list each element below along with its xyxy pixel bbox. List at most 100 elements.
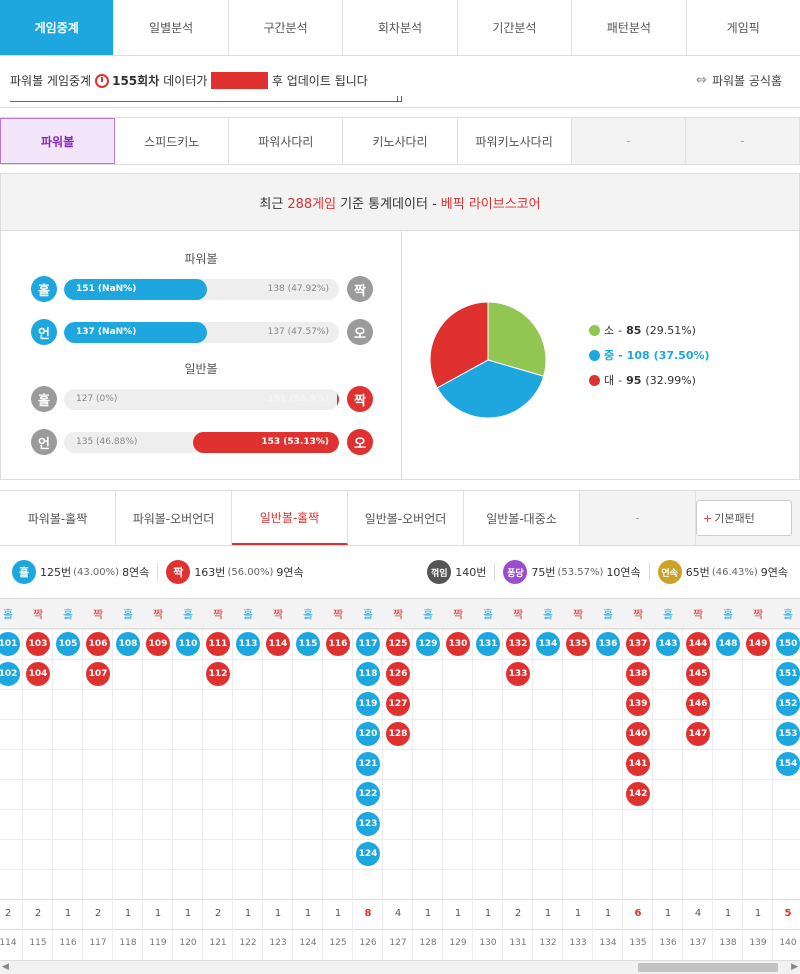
- stat-bar-track: 151 (NaN%) 138 (47.92%): [64, 279, 339, 300]
- result-ball: 137: [626, 632, 650, 656]
- streak-count: 1: [424, 908, 432, 919]
- tab-round-analysis[interactable]: 회차분석: [343, 0, 458, 55]
- scroll-left-icon[interactable]: ◀: [2, 962, 9, 972]
- stat-right-icon: 오: [347, 429, 373, 455]
- result-ball: 144: [686, 632, 710, 656]
- horizontal-scrollbar[interactable]: ◀ ▶: [0, 960, 800, 974]
- column-header: 홀: [293, 599, 323, 629]
- column-index: 127: [389, 938, 407, 948]
- result-ball: 117: [356, 632, 380, 656]
- streak-count: 1: [334, 908, 342, 919]
- stat-bar-fill: [337, 389, 339, 410]
- result-ball: 141: [626, 752, 650, 776]
- column-index: 137: [689, 938, 707, 948]
- tab-normalball-oddeven[interactable]: 일반볼-홀짝: [232, 491, 348, 545]
- stat-right-icon: 오: [347, 319, 373, 345]
- stats-header-b: 기준 통계데이터 -: [340, 196, 437, 212]
- legend-small-label: 소: [604, 324, 615, 337]
- result-ball: 113: [236, 632, 260, 656]
- column-index: 125: [329, 938, 347, 948]
- stat-left-label: 135 (46.88%): [76, 437, 138, 447]
- result-ball: 139: [626, 692, 650, 716]
- pattern-column: 홀 129 1 128: [413, 599, 443, 961]
- column-header: 짝: [23, 599, 53, 629]
- result-ball: 118: [356, 662, 380, 686]
- pattern-column: 짝 135 1 133: [563, 599, 593, 961]
- stat-right-label: 161 (55.9%): [267, 394, 329, 404]
- stat-bar-row: 홀 151 (NaN%) 138 (47.92%) 짝: [31, 276, 373, 302]
- column-header: 짝: [323, 599, 353, 629]
- column-header: 짝: [203, 599, 233, 629]
- column-header: 홀: [413, 599, 443, 629]
- column-header: 짝: [683, 599, 713, 629]
- summary-divider: [157, 563, 159, 581]
- column-index: 123: [269, 938, 287, 948]
- powerball-section-title: 파워볼: [184, 252, 218, 266]
- result-ball: 114: [266, 632, 290, 656]
- tab-normalball-size[interactable]: 일반볼-대중소: [464, 491, 580, 545]
- even-count: 163번: [194, 566, 226, 579]
- pattern-column: 짝 114 1 123: [263, 599, 293, 961]
- tab-powerball[interactable]: 파워볼: [0, 118, 116, 164]
- page-root: 게임중계 일별분석 구간분석 회차분석 기간분석 패턴분석 게임픽 파워볼 게임…: [0, 0, 800, 974]
- stat-bar-track: 127 (0%) 161 (55.9%): [64, 389, 339, 410]
- tab-normalball-overunder[interactable]: 일반볼-오버언더: [348, 491, 464, 545]
- column-index: 130: [479, 938, 497, 948]
- stat-bar-row: 홀 127 (0%) 161 (55.9%) 짝: [31, 386, 373, 412]
- column-header: 홀: [593, 599, 623, 629]
- result-ball: 111: [206, 632, 230, 656]
- column-index: 133: [569, 938, 587, 948]
- result-ball: 126: [386, 662, 410, 686]
- official-site-link[interactable]: ⇔ 파워볼 공식홈: [696, 72, 782, 89]
- column-header: 홀: [533, 599, 563, 629]
- column-header: 홀: [353, 599, 383, 629]
- column-index: 114: [0, 938, 17, 948]
- progress-underline: [10, 101, 400, 102]
- pattern-column: 짝 106 107 2 117: [83, 599, 113, 961]
- streak-count: 8: [364, 908, 372, 919]
- streak-count: 1: [724, 908, 732, 919]
- stat-bar-row: 언 135 (46.88%) 153 (53.13%) 오: [31, 429, 373, 455]
- tab-power-ladder[interactable]: 파워사다리: [229, 118, 344, 164]
- tab-power-keno-ladder[interactable]: 파워키노사다리: [457, 118, 572, 164]
- pattern-column: 짝 137 138 139 140 141 142 6 135: [623, 599, 653, 961]
- pattern-column: 홀 108 1 118: [113, 599, 143, 961]
- tab-game-pick[interactable]: 게임픽: [687, 0, 800, 55]
- result-ball: 134: [536, 632, 560, 656]
- result-ball: 122: [356, 782, 380, 806]
- tab-period-analysis[interactable]: 기간분석: [458, 0, 573, 55]
- streak-count: 1: [484, 908, 492, 919]
- result-ball: 112: [206, 662, 230, 686]
- tab-live[interactable]: 게임중계: [0, 0, 115, 55]
- stat-right-icon: 짝: [347, 276, 373, 302]
- tab-pattern-analysis[interactable]: 패턴분석: [572, 0, 687, 55]
- streak-count: 2: [214, 908, 222, 919]
- progress-underline-end: [397, 96, 402, 102]
- pattern-nav: 파워볼-홀짝 파워볼-오버언더 일반볼-홀짝 일반볼-오버언더 일반볼-대중소 …: [0, 490, 800, 546]
- result-ball: 151: [776, 662, 800, 686]
- link-icon: ⇔: [696, 73, 707, 88]
- result-ball: 150: [776, 632, 800, 656]
- stat-right-label: 137 (47.57%): [267, 327, 329, 337]
- tab-daily-analysis[interactable]: 일별분석: [114, 0, 229, 55]
- pattern-column: 홀 136 1 134: [593, 599, 623, 961]
- tab-powerball-overunder[interactable]: 파워볼-오버언더: [116, 491, 232, 545]
- scroll-right-icon[interactable]: ▶: [791, 962, 798, 972]
- stats-header-a: 최근: [259, 196, 284, 212]
- basic-pattern-button[interactable]: + 기본패턴: [696, 500, 792, 536]
- scroll-thumb[interactable]: [638, 963, 778, 972]
- tab-section-analysis[interactable]: 구간분석: [229, 0, 344, 55]
- column-index: 120: [179, 938, 197, 948]
- stat-left-label: 137 (NaN%): [76, 327, 137, 337]
- plus-icon: +: [703, 511, 713, 525]
- streak-count: 5: [784, 908, 792, 919]
- result-ball: 145: [686, 662, 710, 686]
- pattern-column: 홀 150 151 152 153 154 5 140: [773, 599, 800, 961]
- column-header: 홀: [233, 599, 263, 629]
- column-header: 홀: [0, 599, 23, 629]
- tab-speed-keno[interactable]: 스피드키노: [115, 118, 230, 164]
- tab-powerball-oddeven[interactable]: 파워볼-홀짝: [0, 491, 116, 545]
- result-ball: 128: [386, 722, 410, 746]
- pattern-column: 홀 143 1 136: [653, 599, 683, 961]
- tab-keno-ladder[interactable]: 키노사다리: [343, 118, 458, 164]
